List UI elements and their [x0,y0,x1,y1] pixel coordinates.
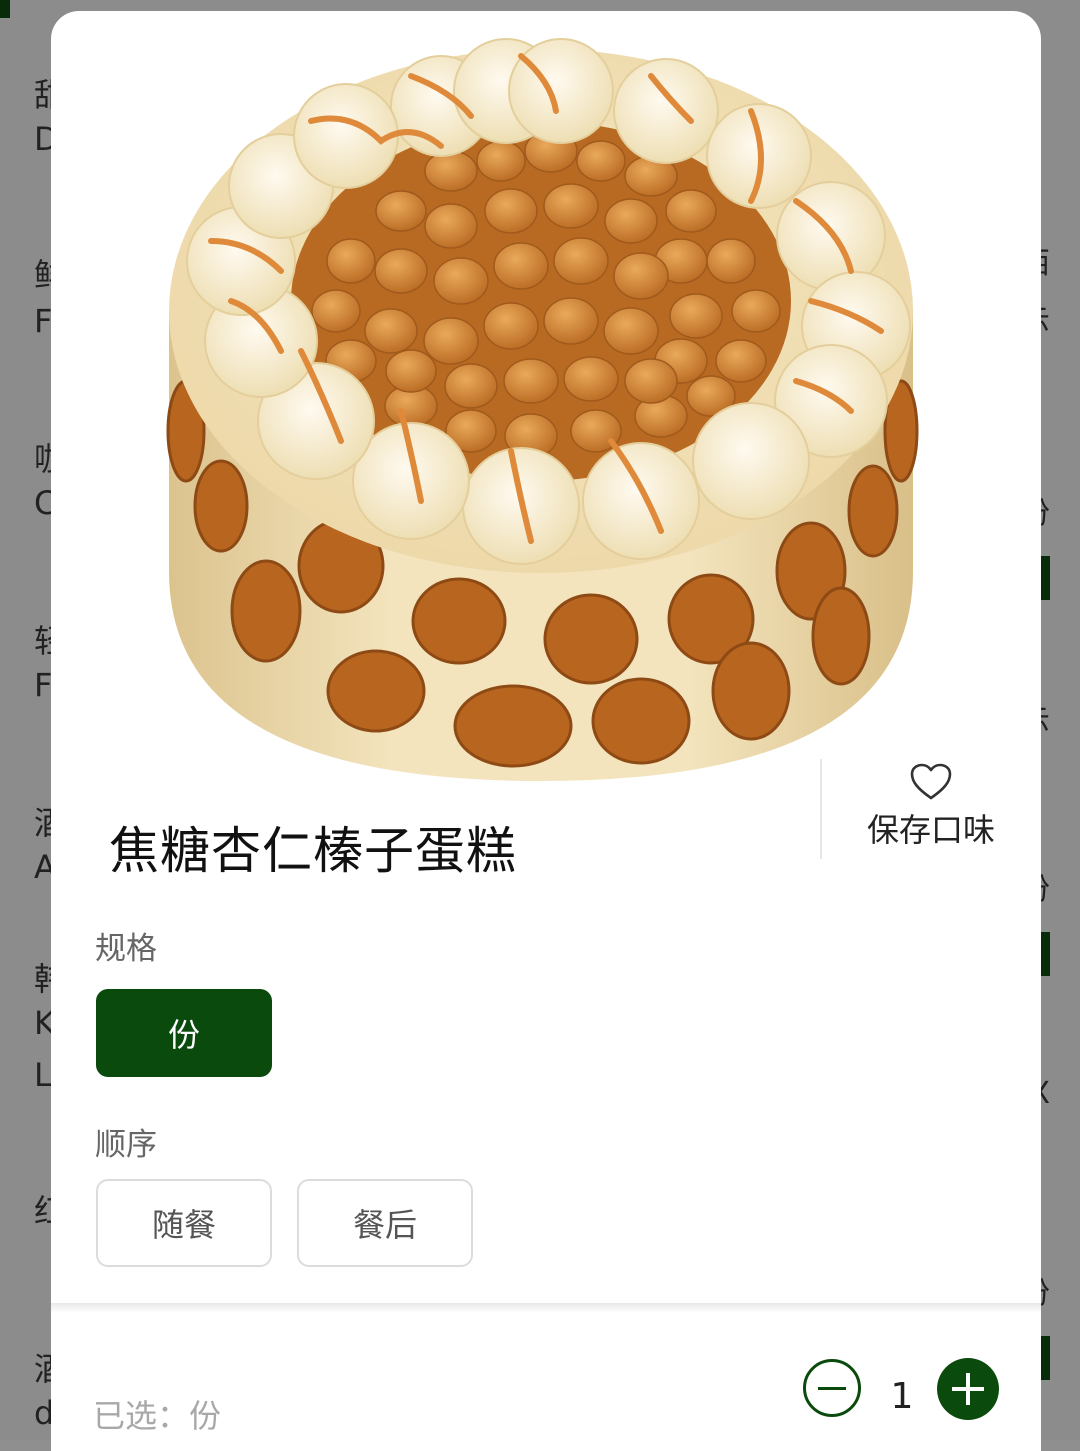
spec-option-portion[interactable]: 份 [96,989,272,1077]
order-section-label: 顺序 [95,1127,157,1163]
order-option-label: 餐后 [352,1206,417,1244]
footer-divider [51,1303,1041,1313]
heart-icon [910,763,952,800]
cake-image [166,38,919,781]
selected-summary: 已选：份 [93,1397,222,1435]
decrease-quantity-button[interactable] [803,1359,861,1417]
order-option-with-meal[interactable]: 随餐 [96,1179,272,1267]
divider [820,759,822,859]
order-option-after-meal[interactable]: 餐后 [297,1179,473,1267]
save-flavor-button[interactable]: 保存口味 [841,763,1021,851]
product-detail-sheet: 焦糖杏仁榛子蛋糕 保存口味 规格 份 顺序 随餐 餐后 已选：份 1 [51,11,1041,1451]
spec-section-label: 规格 [95,931,157,967]
spec-option-label: 份 [167,1016,200,1054]
increase-quantity-button[interactable] [937,1358,999,1420]
order-option-label: 随餐 [151,1206,216,1244]
save-flavor-label: 保存口味 [866,811,995,849]
product-title: 焦糖杏仁榛子蛋糕 [109,822,517,880]
quantity-value: 1 [890,1376,914,1417]
